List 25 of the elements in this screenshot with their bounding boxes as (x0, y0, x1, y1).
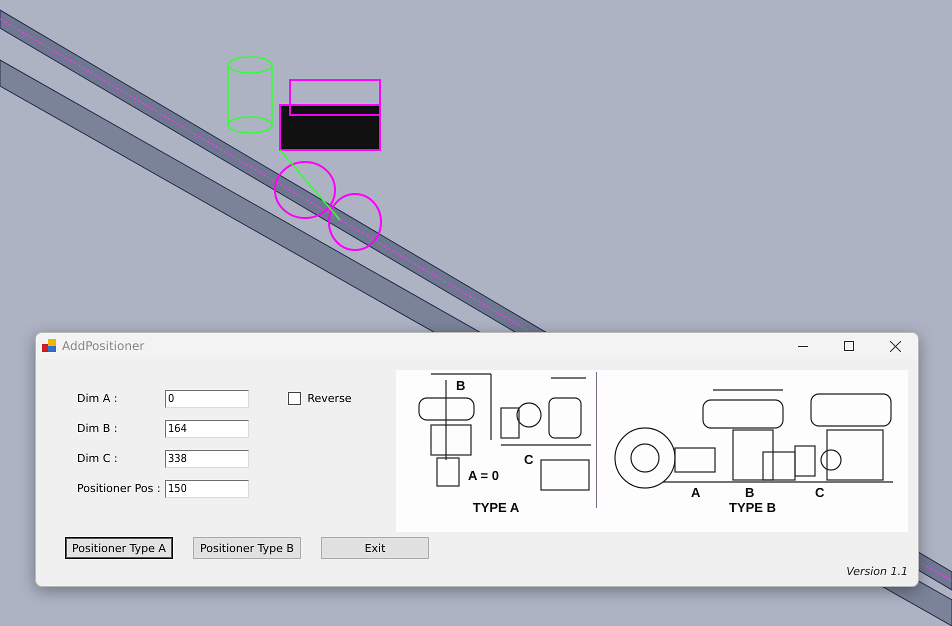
maximize-icon (844, 341, 854, 351)
diagram-caption: TYPE B (729, 500, 776, 515)
input-field[interactable]: 164 (165, 420, 249, 438)
close-icon (890, 340, 900, 352)
field-label: Dim B : (77, 422, 118, 435)
input-field[interactable]: 150 (165, 480, 249, 498)
action-button[interactable]: Exit (321, 537, 429, 559)
dimension-label: C (815, 485, 824, 500)
action-button[interactable]: Positioner Type A (65, 537, 173, 559)
version-label: Version 1.1 (846, 565, 908, 578)
dimension-label: A (691, 485, 700, 500)
field-label: Dim C : (77, 452, 119, 465)
dimension-label: B (745, 485, 754, 500)
input-field[interactable]: 0 (165, 390, 249, 408)
dimension-label: C (524, 452, 534, 467)
reverse-checkbox[interactable]: Reverse (288, 389, 386, 408)
diagram-caption: TYPE A (472, 500, 520, 515)
dimension-label: B (456, 378, 466, 393)
window-title: AddPositioner (62, 339, 146, 353)
field-label: Positioner Pos : (77, 482, 162, 495)
action-button[interactable]: Positioner Type B (193, 537, 301, 559)
app-icon (42, 339, 56, 353)
input-field[interactable]: 338 (165, 450, 249, 468)
dimension-label: A = 0 (468, 468, 499, 483)
field-label: Dim A : (77, 392, 118, 405)
